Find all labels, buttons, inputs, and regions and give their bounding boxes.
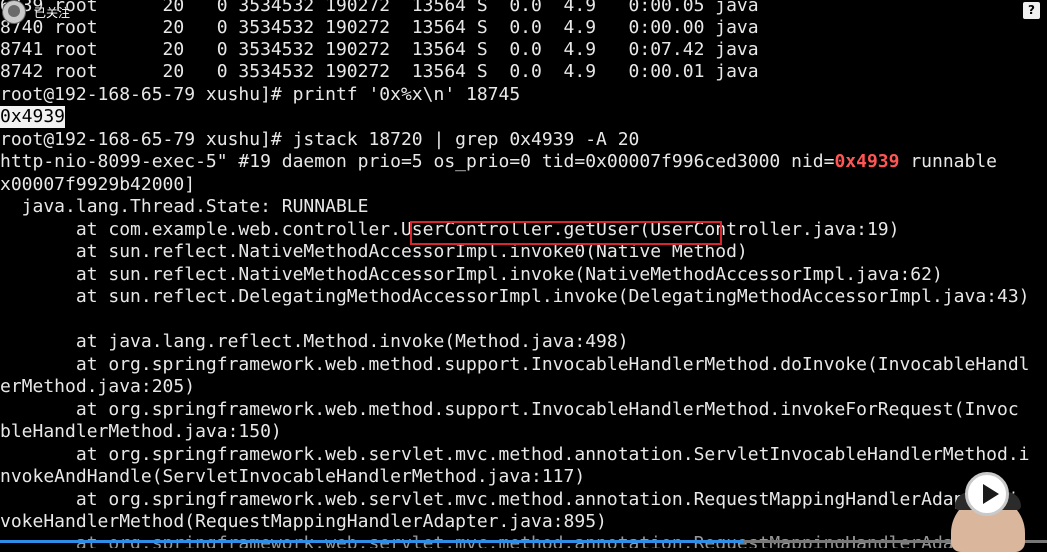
mascot-overlay[interactable] — [947, 468, 1029, 552]
stack-frame-line: at sun.reflect.NativeMethodAccessorImpl.… — [0, 264, 943, 285]
stack-frame-line: at org.springframework.web.servlet.mvc.m… — [0, 489, 1019, 510]
thread-address-line: x00007f9929b42000] — [0, 174, 196, 195]
stack-frame-line: at org.springframework.web.method.suppor… — [0, 399, 1019, 420]
thread-header-line: http-nio-8099-exec-5" #19 daemon prio=5 … — [0, 151, 997, 173]
thread-state-line: java.lang.Thread.State: RUNNABLE — [0, 196, 369, 217]
uploader-badge[interactable]: 已关注 — [0, 0, 70, 24]
stack-frame-line: at org.springframework.web.method.suppor… — [0, 354, 1030, 375]
help-button[interactable]: ? — [1023, 2, 1040, 19]
jstack-command-line: root@192-168-65-79 xushu]# jstack 18720 … — [0, 129, 640, 150]
play-icon[interactable] — [965, 472, 1009, 516]
stack-frame-wrap: bleHandlerMethod.java:150) — [0, 421, 282, 442]
stack-frame-line: at sun.reflect.DelegatingMethodAccessorI… — [0, 286, 1030, 307]
thread-header-prefix: http-nio-8099-exec-5" #19 daemon prio=5 … — [0, 151, 835, 172]
stack-frame-line: at java.lang.reflect.Method.invoke(Metho… — [0, 331, 629, 352]
stack-frame-line: at org.springframework.web.servlet.mvc.m… — [0, 444, 1030, 465]
thread-header-suffix: runnable — [899, 151, 998, 172]
stack-frame-wrap: erMethod.java:205) — [0, 376, 196, 397]
top-process-row: 8742 root 20 0 3534532 190272 13564 S 0.… — [0, 61, 759, 82]
terminal-output: 6739 root 20 0 3534532 190272 13564 S 0.… — [0, 0, 1047, 548]
stack-frame-wrap: nvokeAndHandle(ServletInvocableHandlerMe… — [0, 466, 586, 487]
top-process-row: 6739 root 20 0 3534532 190272 13564 S 0.… — [0, 0, 759, 16]
highlight-box — [410, 221, 722, 245]
top-process-row: 8741 root 20 0 3534532 190272 13564 S 0.… — [0, 39, 759, 60]
thread-nid-highlight: 0x4939 — [834, 151, 900, 172]
progress-fill — [0, 540, 743, 543]
avatar[interactable] — [2, 0, 26, 24]
selected-hex-output[interactable]: 0x4939 — [0, 106, 66, 128]
follow-status-label[interactable]: 已关注 — [34, 4, 70, 21]
printf-command-line: root@192-168-65-79 xushu]# printf '0x%x\… — [0, 84, 521, 105]
top-process-row: 8740 root 20 0 3534532 190272 13564 S 0.… — [0, 17, 759, 38]
video-progress-bar[interactable] — [0, 534, 1047, 548]
stack-frame-wrap: vokeHandlerMethod(RequestMappingHandlerA… — [0, 511, 607, 532]
